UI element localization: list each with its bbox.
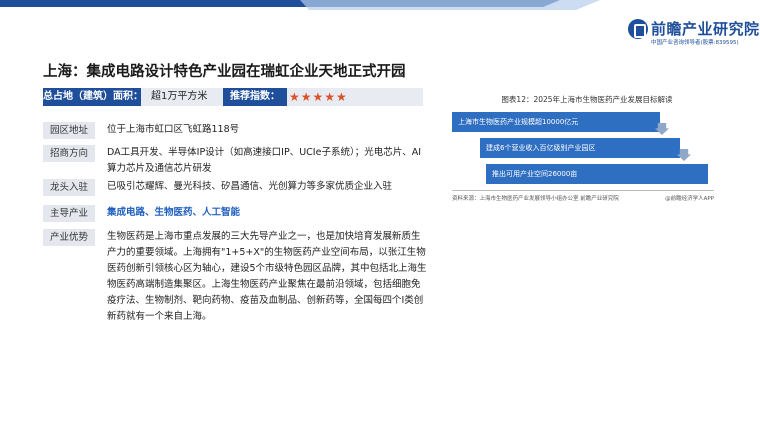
figure-credit: @前瞻经济学人APP: [665, 196, 714, 202]
row-text: 已吸引芯耀辉、曼光科技、矽昌通信、光创算力等多家优质企业入驻: [107, 181, 393, 192]
goals-figure: 图表12：2025年上海市生物医药产业发展目标解读 上海市生物医药产业规模超10…: [452, 94, 722, 204]
row-text: 位于上海市虹口区飞虹路118号: [107, 124, 240, 135]
summary-bar: 总占地（建筑）面积： 超1万平方米 推荐指数： ★★★★★: [43, 88, 423, 106]
logo-text: 前瞻产业研究院: [651, 20, 760, 38]
figure-box-1: 上海市生物医药产业规模超10000亿元: [452, 112, 660, 132]
row-label: 招商方向: [43, 145, 95, 162]
logo-subtitle: 中国产业咨询领导者(股票:839595): [651, 40, 739, 46]
figure-divider: [452, 190, 714, 191]
row-label: 龙头入驻: [43, 179, 95, 196]
row-label: 园区地址: [43, 122, 95, 139]
area-label: 总占地（建筑）面积：: [43, 88, 143, 106]
top-bar-light: [300, 0, 600, 10]
row-label: 产业优势: [43, 229, 95, 246]
figure-box-2: 建成6个营业收入百亿级别产业园区: [480, 138, 680, 158]
figure-box-3: 推出可用产业空间26000亩: [486, 164, 708, 184]
recommend-label: 推荐指数：: [223, 88, 287, 106]
row-text: 生物医药是上海市重点发展的三大先导产业之一，也是加快培育发展新质生产力的重要领域…: [107, 231, 427, 322]
area-value: 超1万平方米: [151, 91, 208, 102]
figure-title: 图表12：2025年上海市生物医药产业发展目标解读: [501, 95, 673, 104]
row-text: 集成电路、生物医药、人工智能: [107, 207, 241, 218]
top-decor-bar: [0, 0, 600, 10]
rating-stars-icon: ★★★★★: [289, 90, 348, 104]
figure-source: 资料来源：上海市生物医药产业发展领导小组办公室 前瞻产业研究院: [452, 196, 619, 202]
brand-logo: 前瞻产业研究院 中国产业咨询领导者(股票:839595): [628, 18, 759, 48]
logo-icon: [628, 19, 648, 39]
row-text: DA工具开发、半导体IP设计（如高速接口IP、UCIe子系统）；光电芯片、AI算…: [107, 147, 421, 174]
row-label: 主导产业: [43, 205, 95, 222]
page-title: 上海：集成电路设计特色产业园在瑞虹企业天地正式开园: [43, 64, 406, 80]
